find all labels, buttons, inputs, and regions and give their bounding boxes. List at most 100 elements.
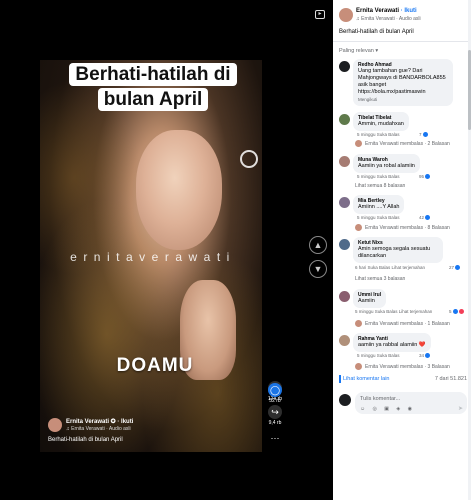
send-icon[interactable]: ➤ [458, 405, 463, 412]
comment-meta[interactable]: 5 minggu Suka Balas [357, 132, 400, 137]
reaction-count[interactable]: 34 [419, 353, 431, 359]
comment-meta[interactable]: 5 minggu Suka Balas [357, 215, 400, 220]
audio-label[interactable]: ♫ Ernita Verawati · Audio asli [66, 426, 131, 432]
see-all-replies[interactable]: Lihat semua 3 balasan [355, 276, 405, 282]
comment-meta[interactable]: 5 minggu Suka Balas [357, 353, 400, 358]
reaction-count[interactable]: 95 [419, 174, 431, 180]
comments-count: 7 dari 51.821 [434, 376, 467, 382]
sort-dropdown[interactable]: Paling relevan ▾ [339, 48, 378, 54]
comment-meta[interactable]: 6 hari Suka Balas Lihat terjemahan [355, 265, 425, 270]
reaction-number: 5 [449, 309, 452, 314]
author-reply-link[interactable]: Ernita Verawati membalas · 3 Balasan [355, 363, 450, 370]
avatar[interactable] [339, 197, 350, 208]
follow-button[interactable]: · Ikuti [401, 8, 417, 14]
avatar [355, 320, 362, 327]
headline-line-1: Berhati-hatilah di [69, 63, 237, 86]
like-reaction-icon [455, 265, 461, 271]
comment-input[interactable]: Tulis komentar... ☺ ◎ ▣ ◈ ◉ ➤ [355, 392, 467, 414]
video-overlay-text: DOAMU [116, 355, 194, 376]
heart-reaction-icon [458, 309, 464, 315]
avatar[interactable] [339, 61, 350, 72]
record-circle-icon [240, 150, 258, 168]
see-all-replies[interactable]: Lihat semua 8 balasan [355, 183, 405, 189]
next-video-button[interactable]: ▼ [309, 260, 327, 278]
comment-text: Amin semoga segala sesuatu dilancarkan [358, 246, 431, 259]
chevron-down-icon: ▼ [313, 264, 323, 274]
avatar[interactable] [339, 114, 350, 125]
composer-tools-icon[interactable]: ☺ ◎ ▣ ◈ ◉ [360, 406, 415, 412]
reaction-count[interactable]: 5 [449, 309, 464, 315]
share-icon: ↪ [268, 405, 282, 419]
comments-panel: Ernita Verawati · Ikuti ♫ Ernita Verawat… [333, 0, 471, 500]
comment-meta[interactable]: Mengikuti [358, 96, 448, 103]
panel-caption: Berhati-hatilah di bulan April [339, 29, 414, 35]
comment-bubble: Redho Ahmad Uang tambahan gue? Dari Mahj… [353, 59, 453, 106]
comment-bubble: Mia Bertley Amiinn ....Y Allah [353, 195, 405, 214]
avatar[interactable] [339, 8, 353, 22]
comment-button-visual[interactable]: ◯ 52 rb [265, 383, 285, 404]
author-name[interactable]: Ernita Verawati ✪ · Ikuti [66, 418, 133, 425]
like-reaction-icon [425, 215, 431, 221]
comment-count: 52 rb [269, 398, 281, 404]
more-icon: ⋯ [270, 433, 280, 443]
panel-author[interactable]: Ernita Verawati · Ikuti [356, 8, 417, 14]
avatar[interactable] [339, 156, 350, 167]
comment-meta[interactable]: 5 minggu Suka Balas Lihat terjemahan [355, 309, 432, 314]
comment-composer: Tulis komentar... ☺ ◎ ▣ ◈ ◉ ➤ [339, 392, 467, 416]
share-button[interactable]: ↪ 9,4 rb [265, 405, 285, 426]
reply-label: Ernita Verawati membalas · 3 Balasan [365, 363, 450, 370]
reply-label: Ernita Verawati membalas · 1 Balasan [365, 320, 450, 327]
avatar[interactable] [339, 239, 350, 250]
comment-icon: ◯ [268, 383, 282, 397]
reply-label: Ernita Verawati membalas · 8 Balasan [365, 224, 450, 231]
author-reply-link[interactable]: Ernita Verawati membalas · 2 Balasan [355, 140, 450, 147]
reaction-count[interactable]: 27 [449, 265, 461, 271]
share-count: 9,4 rb [268, 420, 282, 426]
comment-text: Ammin, mudahxan [358, 121, 404, 127]
panel-header: Ernita Verawati · Ikuti ♫ Ernita Verawat… [333, 0, 471, 42]
comment-bubble: Muna Waroh Aamiin ya robal alamiin [353, 154, 420, 173]
comment-text: Aamiin [358, 298, 375, 304]
reply-label: Ernita Verawati membalas · 2 Balasan [365, 140, 450, 147]
video-watermark: ernitaverawati [70, 250, 236, 264]
more-comments-link[interactable]: Lihat komentar lain [343, 376, 389, 382]
avatar[interactable] [339, 335, 350, 346]
comment-bubble: Ummi Irul Aamiin [353, 289, 387, 308]
comment-text: Aamiin ya robal alamiin [358, 163, 415, 169]
collapse-panel-icon[interactable]: ▸ [315, 10, 325, 19]
avatar[interactable] [339, 291, 350, 302]
reaction-count[interactable]: 42 [419, 215, 431, 221]
avatar [355, 363, 362, 370]
comment-text: Amiinn ....Y Allah [358, 204, 400, 210]
more-options-button[interactable]: ⋯ [265, 432, 285, 444]
woman-face [136, 130, 222, 250]
like-reaction-icon [425, 174, 431, 180]
comment-text: aamiin ya rabbal alamiin ❤️ [358, 342, 426, 348]
comment-bubble: Ketut Nixs Amin semoga segala sesuatu di… [353, 237, 443, 263]
author-reply-link[interactable]: Ernita Verawati membalas · 1 Balasan [355, 320, 450, 327]
avatar [355, 224, 362, 231]
reaction-count[interactable]: 7 [419, 132, 428, 138]
comment-text: Uang tambahan gue? Dari Mahjongways di B… [358, 68, 446, 95]
video-headline: Berhati-hatilah di bulan April [68, 62, 238, 112]
reaction-number: 34 [419, 353, 425, 358]
comment-meta[interactable]: 5 minggu Suka Balas [357, 174, 400, 179]
chevron-up-icon: ▲ [313, 240, 323, 250]
panel-author-name[interactable]: Ernita Verawati [356, 8, 399, 14]
video-caption: Berhati-hatilah di bulan April [48, 437, 123, 443]
panel-audio[interactable]: ♫ Ernita Verawati · Audio asli [356, 16, 421, 22]
reaction-number: 27 [449, 265, 455, 270]
divider [339, 375, 341, 383]
avatar [355, 140, 362, 147]
reaction-number: 7 [419, 132, 422, 137]
comment-bubble: Tibelat Tibelat Ammin, mudahxan [353, 112, 409, 131]
reaction-number: 42 [419, 215, 425, 220]
like-reaction-icon [422, 132, 428, 138]
video-stage[interactable]: Berhati-hatilah di bulan April ernitaver… [0, 0, 333, 500]
avatar[interactable] [48, 418, 62, 432]
reaction-number: 95 [419, 174, 425, 179]
comment-placeholder: Tulis komentar... [360, 396, 401, 402]
comment-bubble: Rahma Yanti aamiin ya rabbal alamiin ❤️ [353, 333, 431, 352]
author-reply-link[interactable]: Ernita Verawati membalas · 8 Balasan [355, 224, 450, 231]
previous-video-button[interactable]: ▲ [309, 236, 327, 254]
